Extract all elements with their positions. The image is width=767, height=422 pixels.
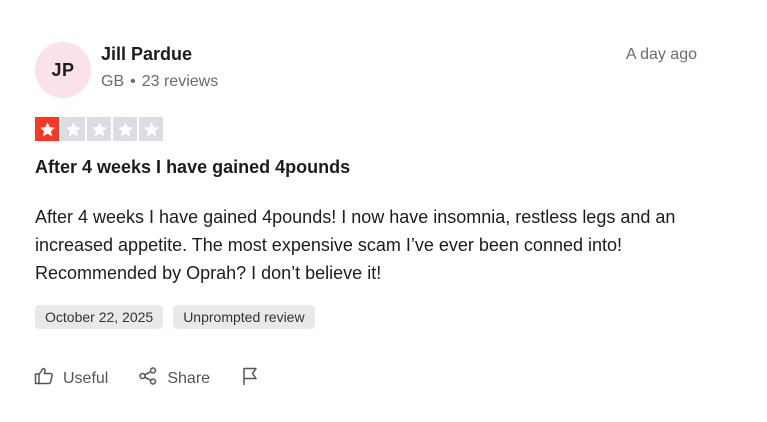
thumbs-up-icon xyxy=(34,366,54,391)
flag-icon xyxy=(240,366,260,391)
star-empty-icon xyxy=(87,117,111,141)
date-of-experience-badge: October 22, 2025 xyxy=(35,305,164,329)
reviewer-name[interactable]: Jill Pardue xyxy=(101,44,192,65)
review-card: JP Jill Pardue GB • 23 reviews A day ago… xyxy=(0,0,767,422)
meta-separator: • xyxy=(130,73,136,90)
reviewer-review-count: 23 reviews xyxy=(141,73,219,90)
review-title[interactable]: After 4 weeks I have gained 4pounds xyxy=(35,157,350,178)
star-rating xyxy=(35,117,163,141)
report-button[interactable] xyxy=(240,366,260,391)
useful-label: Useful xyxy=(63,369,109,387)
reviewer-country: GB xyxy=(101,73,125,90)
share-button[interactable]: Share xyxy=(138,366,210,391)
share-label: Share xyxy=(167,369,211,387)
star-empty-icon xyxy=(61,117,85,141)
review-badges: October 22, 2025 Unprompted review xyxy=(35,305,315,329)
review-date-relative: A day ago xyxy=(625,46,697,63)
review-body: After 4 weeks I have gained 4pounds! I n… xyxy=(35,207,676,283)
reviewer-meta: GB • 23 reviews xyxy=(101,73,218,91)
share-icon xyxy=(138,366,158,391)
star-empty-icon xyxy=(139,117,163,141)
useful-button[interactable]: Useful xyxy=(34,366,108,391)
review-header: JP Jill Pardue GB • 23 reviews A day ago xyxy=(35,42,697,98)
star-empty-icon xyxy=(113,117,137,141)
star-filled-icon xyxy=(35,117,59,141)
review-actions: Useful Share xyxy=(34,366,290,391)
avatar[interactable]: JP xyxy=(35,42,91,98)
review-type-badge[interactable]: Unprompted review xyxy=(173,305,315,329)
